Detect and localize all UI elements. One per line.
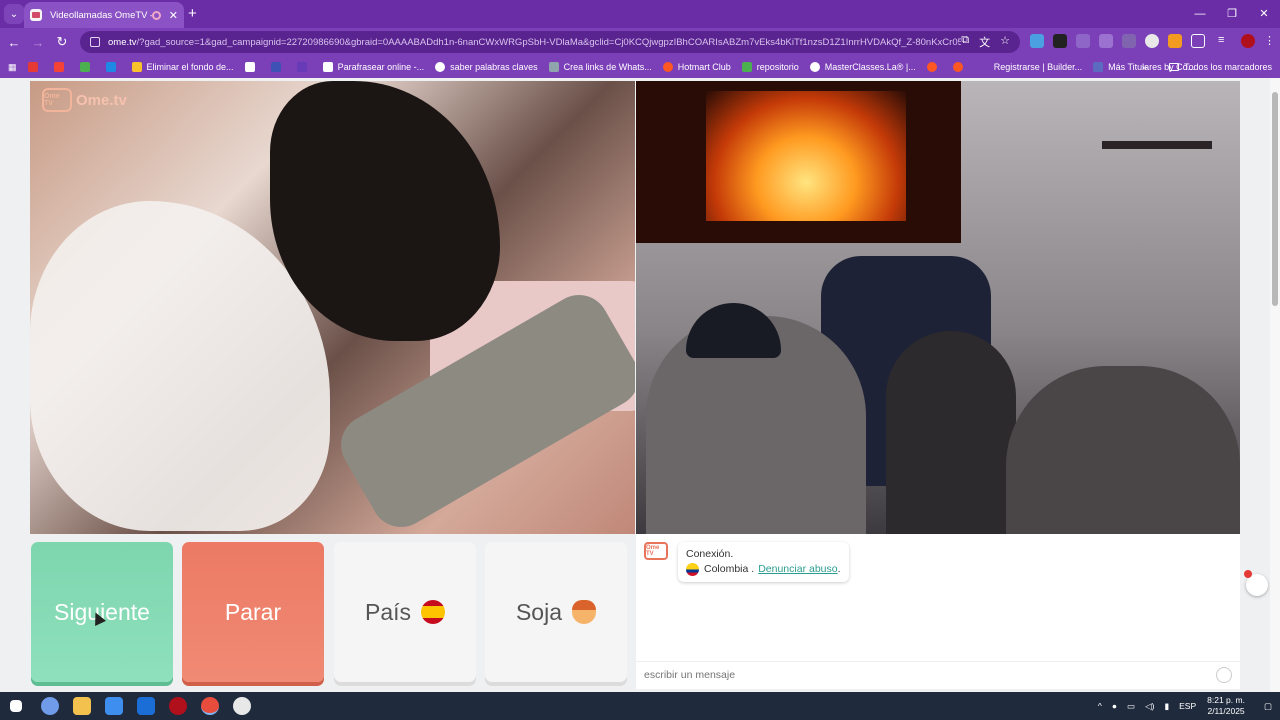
connection-text: Conexión. bbox=[686, 548, 734, 560]
boy-face-icon bbox=[572, 600, 597, 624]
logo-text: Ome.tv bbox=[76, 91, 127, 109]
new-tab-button[interactable]: + bbox=[188, 5, 197, 22]
bookmark-icon-8[interactable] bbox=[926, 62, 942, 72]
microphone-icon[interactable]: ● bbox=[1112, 701, 1117, 711]
extension-4-icon[interactable] bbox=[1099, 34, 1113, 48]
file-explorer-icon[interactable] bbox=[73, 697, 91, 715]
recording-indicator-icon bbox=[151, 10, 161, 20]
side-widget-button[interactable] bbox=[1244, 570, 1268, 596]
chat-panel: Ome TV Conexión. Colombia . Denunciar ab… bbox=[636, 534, 1240, 689]
bookmark-builder[interactable]: Registrarse | Builder... bbox=[978, 62, 1082, 72]
clock[interactable]: 8:21 p. m. 2/11/2025 bbox=[1207, 695, 1245, 717]
windows-taskbar: ^ ● ▭ ◁) ▮ ESP 8:21 p. m. 2/11/2025 ▢ bbox=[0, 692, 1280, 720]
chrome-icon[interactable] bbox=[201, 697, 219, 715]
apps-grid-icon[interactable]: ▦ bbox=[8, 62, 17, 73]
bookmark-paraphrase[interactable]: Parafrasear online -... bbox=[322, 62, 424, 72]
browser-tab[interactable]: Videollamadas OmeTV — A ✕ bbox=[24, 2, 184, 28]
bookmark-icon-9[interactable] bbox=[952, 62, 968, 72]
app-red-icon[interactable] bbox=[169, 697, 187, 715]
gender-filter-button[interactable]: Soja bbox=[485, 542, 627, 682]
bookmark-masterclasses[interactable]: MasterClasses.La® |... bbox=[809, 62, 916, 72]
bookmark-icon-1[interactable] bbox=[27, 62, 43, 72]
ometv-page: Ome TV Ome.tv Siguiente Parar País Soja … bbox=[0, 78, 1280, 692]
notifications-icon[interactable]: ▢ bbox=[1264, 701, 1272, 712]
bookmark-hotmart[interactable]: Hotmart Club bbox=[662, 62, 731, 72]
browser-toolbar: ← → ↻ ome.tv/?gad_source=1&gad_campaigni… bbox=[0, 28, 1280, 56]
bookmark-icon-3[interactable] bbox=[79, 62, 95, 72]
forward-button[interactable]: → bbox=[26, 35, 50, 50]
bookmark-remove-bg[interactable]: Eliminar el fondo de... bbox=[131, 62, 234, 72]
close-window-button[interactable]: ✕ bbox=[1248, 0, 1280, 28]
notification-dot bbox=[1244, 570, 1252, 578]
site-info-icon[interactable] bbox=[90, 37, 100, 47]
bookmark-whatsapp-links[interactable]: Crea links de Whats... bbox=[548, 62, 652, 72]
tab-title: Videollamadas OmeTV — A bbox=[50, 9, 152, 21]
extension-1-icon[interactable] bbox=[1030, 34, 1044, 48]
minimize-button[interactable]: — bbox=[1184, 0, 1216, 28]
copilot-icon[interactable] bbox=[41, 697, 59, 715]
tab-close-icon[interactable]: ✕ bbox=[169, 9, 178, 22]
all-bookmarks-link[interactable]: Todos los marcadores bbox=[1184, 62, 1272, 72]
extension-3-icon[interactable] bbox=[1076, 34, 1090, 48]
ometv-logo[interactable]: Ome TV Ome.tv bbox=[42, 88, 127, 112]
bookmarks-bar: ▦ Eliminar el fondo de... Parafrasear on… bbox=[0, 56, 1280, 78]
message-input[interactable] bbox=[644, 668, 1216, 681]
install-app-icon[interactable]: ⧉ bbox=[961, 34, 969, 50]
outlook-icon[interactable] bbox=[137, 697, 155, 715]
battery-icon[interactable]: ▮ bbox=[1164, 701, 1169, 712]
windows-start-icon[interactable] bbox=[10, 700, 22, 712]
more-bookmarks-icon[interactable]: » bbox=[1142, 62, 1147, 72]
volume-icon[interactable]: ◁) bbox=[1145, 701, 1154, 712]
bookmark-icon-6[interactable] bbox=[270, 62, 286, 72]
partner-country: Colombia . bbox=[704, 563, 755, 575]
browser-tab-bar: ⌄ Videollamadas OmeTV — A ✕ + — ❐ ✕ bbox=[0, 0, 1280, 28]
report-abuse-link[interactable]: Denunciar abuso bbox=[758, 562, 837, 577]
microsoft-store-icon[interactable] bbox=[105, 697, 123, 715]
scroll-thumb[interactable] bbox=[1272, 92, 1278, 306]
ometv-logo-icon: Ome TV bbox=[42, 88, 72, 112]
spain-flag-icon bbox=[421, 600, 446, 624]
translate-icon[interactable]: 文 bbox=[979, 34, 990, 50]
system-tray: ^ ● ▭ ◁) ▮ ESP 8:21 p. m. 2/11/2025 ▢ bbox=[1093, 692, 1280, 720]
date-text: 2/11/2025 bbox=[1207, 706, 1245, 716]
browser-menu-icon[interactable]: ⋮ bbox=[1264, 34, 1278, 48]
bookmark-icon-4[interactable] bbox=[105, 62, 121, 72]
bookmark-star-icon[interactable]: ☆ bbox=[1000, 34, 1010, 50]
extensions-puzzle-icon[interactable] bbox=[1191, 34, 1205, 48]
network-icon[interactable]: ▭ bbox=[1127, 701, 1135, 712]
app-clock-icon[interactable] bbox=[233, 697, 251, 715]
ometv-chat-logo-icon: Ome TV bbox=[644, 542, 668, 560]
page-scrollbar[interactable] bbox=[1270, 78, 1280, 692]
bookmark-icon-2[interactable] bbox=[53, 62, 69, 72]
tab-search-button[interactable]: ⌄ bbox=[4, 4, 24, 24]
address-bar[interactable]: ome.tv/?gad_source=1&gad_campaignid=2272… bbox=[80, 31, 1020, 53]
bookmark-icon-5[interactable] bbox=[244, 62, 260, 72]
local-video bbox=[30, 81, 635, 534]
chat-input-bar bbox=[636, 661, 1240, 687]
emoji-icon[interactable] bbox=[1216, 666, 1232, 683]
extension-off-icon[interactable] bbox=[1053, 34, 1067, 48]
media-controls-icon[interactable]: ≡ bbox=[1218, 34, 1232, 48]
url-text[interactable]: ome.tv/?gad_source=1&gad_campaignid=2272… bbox=[108, 37, 961, 48]
time-text: 8:21 p. m. bbox=[1207, 695, 1245, 705]
restore-button[interactable]: ❐ bbox=[1216, 0, 1248, 28]
bookmark-keywords[interactable]: saber palabras claves bbox=[435, 62, 538, 72]
country-filter-button[interactable]: País bbox=[334, 542, 476, 682]
bookmark-repositorio[interactable]: repositorio bbox=[741, 62, 799, 72]
stop-button[interactable]: Parar bbox=[182, 542, 324, 682]
bookmark-icon-7[interactable] bbox=[296, 62, 312, 72]
profile-avatar[interactable] bbox=[1241, 34, 1255, 48]
reload-button[interactable]: ↻ bbox=[50, 34, 74, 50]
folder-icon bbox=[1168, 63, 1179, 71]
extension-7-icon[interactable] bbox=[1168, 34, 1182, 48]
language-indicator[interactable]: ESP bbox=[1179, 701, 1196, 711]
tray-overflow-icon[interactable]: ^ bbox=[1098, 701, 1102, 711]
extension-5-icon[interactable] bbox=[1122, 34, 1136, 48]
remote-video bbox=[636, 81, 1240, 534]
back-button[interactable]: ← bbox=[2, 35, 26, 50]
extension-6-icon[interactable] bbox=[1145, 34, 1159, 48]
colombia-flag-icon bbox=[686, 563, 699, 576]
ometv-favicon-icon bbox=[30, 9, 42, 21]
system-message: Conexión. Colombia . Denunciar abuso. bbox=[678, 542, 849, 582]
